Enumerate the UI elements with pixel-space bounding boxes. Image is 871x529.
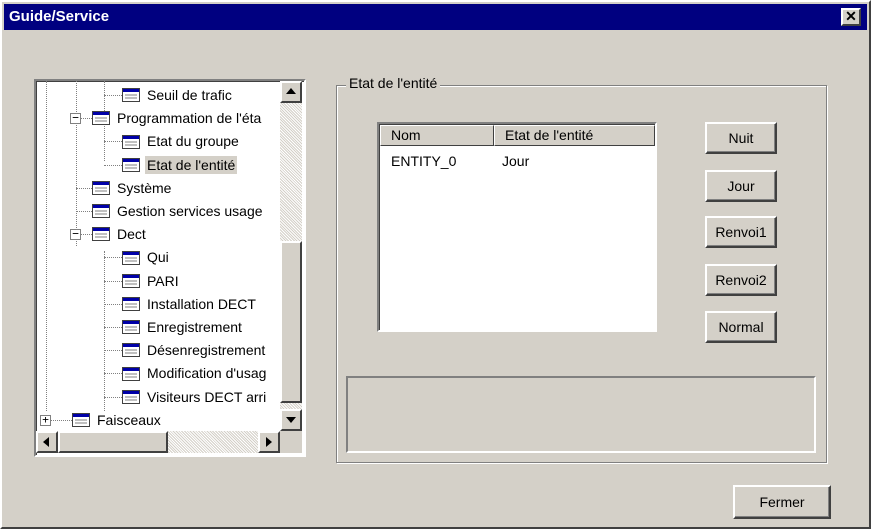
tree-connector	[104, 327, 122, 328]
column-header-nom[interactable]: Nom	[380, 125, 494, 146]
tree-item[interactable]: Etat du groupe	[122, 131, 241, 152]
list-icon	[122, 273, 140, 288]
list-item[interactable]: ENTITY_0 Jour	[380, 151, 655, 171]
tree-item[interactable]: Etat de l'entité	[122, 155, 238, 176]
tree-item-label: Qui	[147, 249, 169, 266]
list-icon	[122, 250, 140, 265]
renvoi1-button[interactable]: Renvoi1	[705, 216, 777, 248]
tree-item-label: Etat de l'entité	[145, 155, 238, 174]
tree-connector	[104, 164, 122, 166]
cell-nom: ENTITY_0	[391, 153, 457, 169]
tree-connector	[104, 303, 122, 305]
list-icon	[122, 389, 140, 404]
arrow-right-icon	[266, 437, 272, 447]
tree-item[interactable]: Programmation de l'éta	[92, 108, 263, 129]
tree-connector	[104, 350, 122, 352]
tree-item[interactable]: Dect	[92, 224, 148, 245]
tree-item[interactable]: Gestion services usage	[92, 201, 265, 222]
tree-item[interactable]: Visiteurs DECT arri	[122, 387, 268, 408]
renvoi2-button[interactable]: Renvoi2	[705, 264, 777, 296]
tree-connector	[104, 257, 122, 259]
tree-item-label: Visiteurs DECT arri	[147, 388, 267, 405]
arrow-down-icon	[286, 417, 296, 423]
arrow-up-icon	[286, 88, 296, 94]
list-icon	[122, 366, 140, 381]
column-header-etat[interactable]: Etat de l'entité	[494, 125, 655, 146]
tree-item[interactable]: Qui	[122, 247, 171, 268]
nuit-button[interactable]: Nuit	[705, 122, 777, 154]
navigation-tree[interactable]: Seuil de trafic Programmation de l'éta − Et…	[34, 79, 306, 457]
tree-connector	[76, 211, 92, 212]
list-icon	[122, 297, 140, 312]
tree-connector	[104, 95, 122, 96]
tree-item-label: Etat du groupe	[147, 133, 239, 150]
tree-item-label: Gestion services usage	[117, 203, 263, 219]
jour-button[interactable]: Jour	[705, 170, 777, 202]
close-icon: ✕	[845, 8, 857, 24]
list-icon	[122, 157, 140, 172]
tree-vertical-scrollbar[interactable]	[280, 81, 302, 431]
tree-item-label: Modification d'usag	[147, 365, 267, 382]
close-window-button[interactable]: ✕	[841, 8, 861, 26]
tree-item-label: Dect	[117, 226, 146, 243]
tree-guide-line	[46, 81, 47, 411]
tree-connector	[104, 396, 122, 398]
tree-guide-line	[76, 81, 77, 246]
tree-item-label: Programmation de l'éta	[117, 110, 262, 127]
tree-item[interactable]: Modification d'usag	[122, 363, 268, 384]
tree-guide-line	[104, 251, 105, 411]
list-icon	[92, 227, 110, 242]
arrow-left-icon	[43, 437, 49, 447]
title-bar: Guide/Service ✕	[4, 4, 867, 30]
info-panel	[346, 376, 816, 453]
tree-connector	[104, 373, 122, 375]
list-icon	[122, 343, 140, 358]
tree-item[interactable]: PARI	[122, 271, 181, 292]
tree-item[interactable]: Enregistrement	[122, 317, 244, 338]
scroll-down-button[interactable]	[280, 409, 302, 431]
tree-horizontal-scrollbar[interactable]	[36, 431, 280, 453]
window-title: Guide/Service	[9, 8, 110, 25]
tree-connector	[76, 187, 92, 189]
fermer-button[interactable]: Fermer	[733, 485, 831, 519]
scroll-corner	[280, 431, 302, 453]
scroll-thumb[interactable]	[280, 241, 302, 403]
tree-item-label: Système	[117, 179, 172, 196]
tree-item-label: Faisceaux	[97, 411, 161, 428]
collapse-icon[interactable]: −	[70, 112, 81, 125]
tree-item-label: Désenregistrement	[147, 342, 266, 359]
entity-list[interactable]: Nom Etat de l'entité ENTITY_0 Jour	[377, 122, 657, 332]
list-icon	[92, 111, 110, 126]
tree-item-label: Installation DECT	[147, 295, 256, 312]
collapse-icon[interactable]: −	[70, 228, 81, 241]
list-header: Nom Etat de l'entité	[380, 125, 655, 146]
normal-button[interactable]: Normal	[705, 311, 777, 343]
tree-item[interactable]: Désenregistrement	[122, 340, 267, 361]
list-icon	[122, 134, 140, 149]
tree-connector	[104, 280, 122, 282]
scroll-right-button[interactable]	[258, 431, 280, 453]
list-icon	[122, 88, 140, 103]
list-icon	[122, 320, 140, 335]
tree-connector	[104, 141, 122, 143]
cell-etat: Jour	[502, 153, 530, 169]
tree-item[interactable]: Système	[92, 178, 173, 199]
tree-content: Seuil de trafic Programmation de l'éta − Et…	[36, 81, 280, 431]
hscroll-thumb[interactable]	[58, 431, 168, 453]
group-title: Etat de l'entité	[346, 74, 441, 92]
list-icon	[92, 181, 110, 196]
tree-item-label: Seuil de trafic	[147, 87, 232, 103]
tree-item[interactable]: Seuil de trafic	[122, 85, 234, 106]
list-icon	[72, 413, 90, 428]
tree-item[interactable]: Installation DECT	[122, 294, 258, 315]
scroll-left-button[interactable]	[36, 431, 58, 453]
expand-icon[interactable]: +	[40, 414, 51, 426]
tree-item[interactable]: Faisceaux	[72, 410, 163, 431]
list-icon	[92, 204, 110, 219]
tree-item-label: Enregistrement	[147, 319, 242, 335]
scroll-up-button[interactable]	[280, 81, 302, 103]
tree-item-label: PARI	[147, 272, 179, 289]
